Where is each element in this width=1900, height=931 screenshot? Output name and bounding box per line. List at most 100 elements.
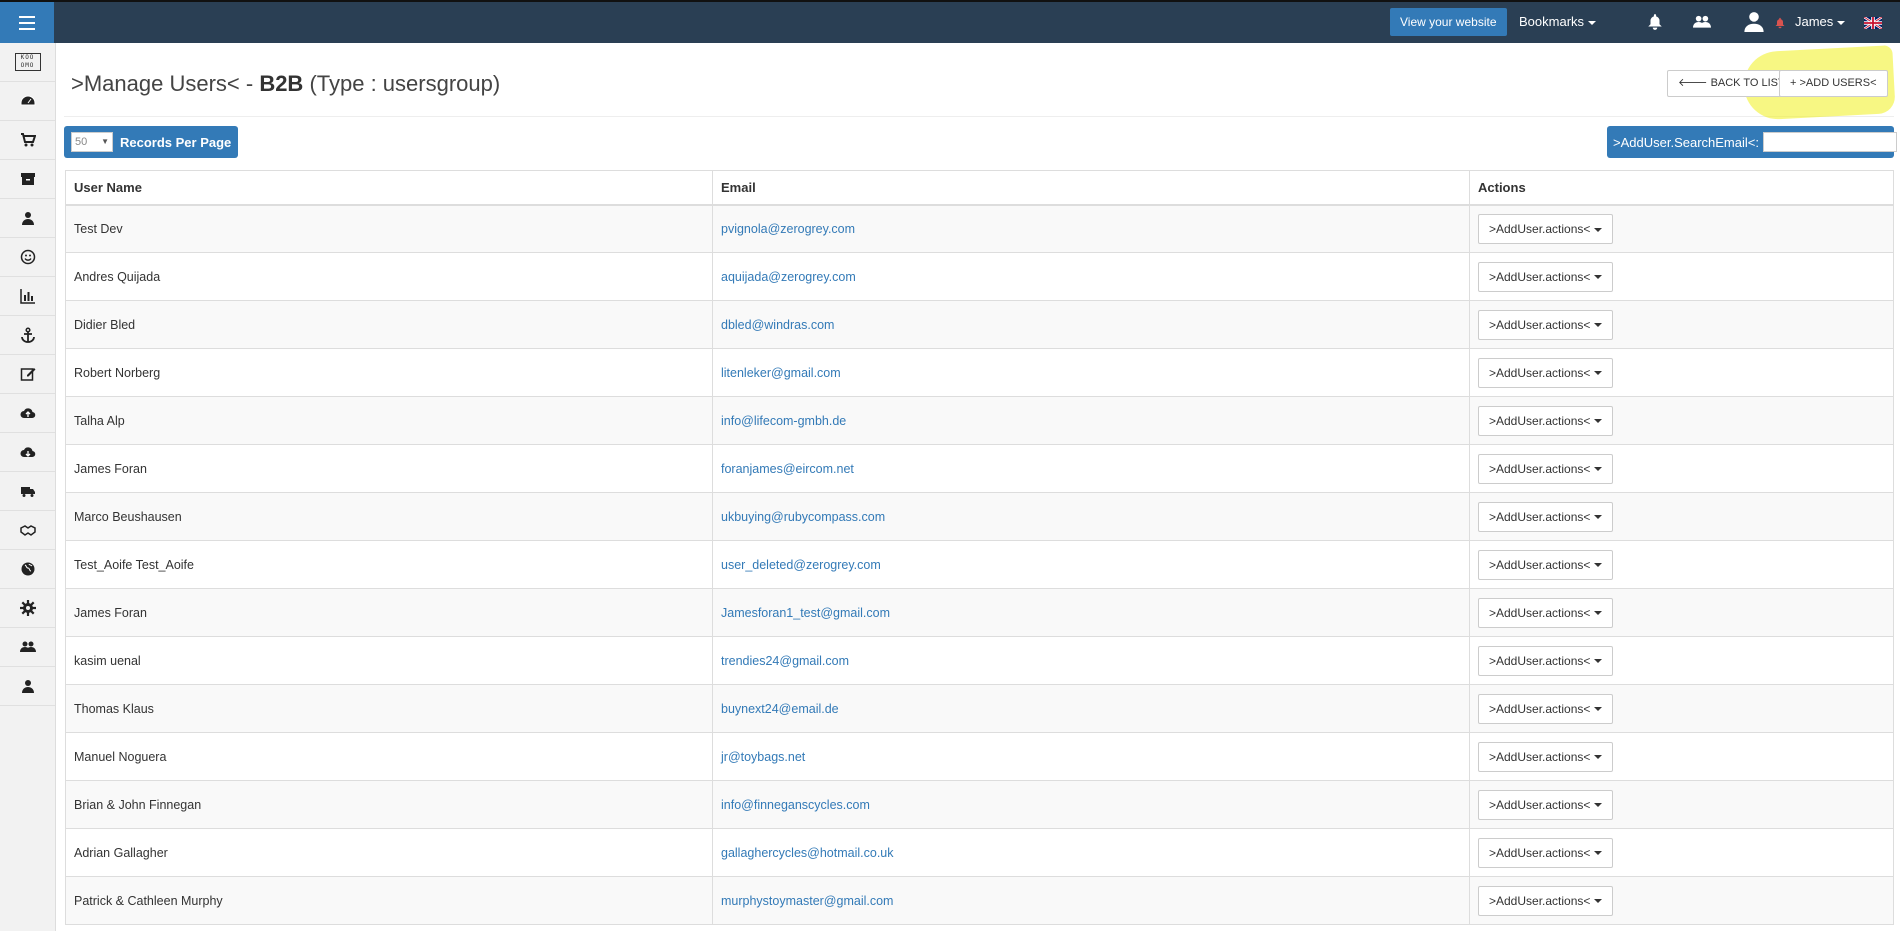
actions-dropdown-button[interactable]: >AddUser.actions< (1478, 885, 1614, 916)
table-header-row: User Name Email Actions (65, 170, 1894, 206)
actions-label: >AddUser.actions< (1489, 509, 1591, 524)
user-name-cell: Didier Bled (65, 300, 713, 349)
sidebar-item-anchor[interactable] (0, 316, 55, 355)
user-name-cell: Adrian Gallagher (65, 828, 713, 877)
brand-logo: KOO OMO (14, 53, 41, 71)
uk-flag-icon[interactable] (1864, 17, 1882, 29)
actions-dropdown-button[interactable]: >AddUser.actions< (1478, 357, 1614, 388)
actions-dropdown-button[interactable]: >AddUser.actions< (1478, 213, 1614, 244)
actions-dropdown-button[interactable]: >AddUser.actions< (1478, 261, 1614, 292)
email-cell: gallaghercycles@hotmail.co.uk (712, 828, 1470, 877)
user-name-cell: Test Dev (65, 204, 713, 253)
email-cell: aquijada@zerogrey.com (712, 252, 1470, 301)
bookmarks-dropdown[interactable]: Bookmarks (1519, 14, 1597, 29)
sidebar-logo[interactable]: KOO OMO (0, 43, 55, 82)
archive-icon (20, 173, 35, 185)
user-name-cell: Andres Quijada (65, 252, 713, 301)
actions-dropdown-button[interactable]: >AddUser.actions< (1478, 597, 1614, 628)
anchor-icon (20, 327, 35, 343)
column-header-username[interactable]: User Name (65, 170, 713, 206)
menu-toggle-button[interactable] (0, 2, 54, 43)
actions-dropdown-button[interactable]: >AddUser.actions< (1478, 405, 1614, 436)
table-row: Test_Aoife Test_Aoife user_deleted@zerogr… (65, 540, 1894, 589)
bell-alert-icon[interactable] (1774, 16, 1786, 30)
actions-label: >AddUser.actions< (1489, 221, 1591, 236)
caret-down-icon (1594, 803, 1603, 808)
sidebar-item-cart[interactable] (0, 121, 55, 160)
actions-cell: >AddUser.actions< (1469, 300, 1894, 349)
actions-cell: >AddUser.actions< (1469, 684, 1894, 733)
truck-icon (20, 487, 35, 497)
user-name-cell: kasim uenal (65, 636, 713, 685)
title-group-name: B2B (259, 71, 304, 96)
sidebar-item-shipping[interactable] (0, 472, 55, 511)
records-per-page: 50 Records Per Page (64, 126, 239, 158)
sidebar-item-account[interactable] (0, 667, 55, 706)
sidebar-item-globe[interactable] (0, 550, 55, 589)
actions-label: >AddUser.actions< (1489, 317, 1591, 332)
sidebar-item-settings[interactable] (0, 589, 55, 628)
actions-cell: >AddUser.actions< (1469, 252, 1894, 301)
sidebar-item-upload[interactable] (0, 394, 55, 433)
table-row: James Foran Jamesforan1_test@gmail.com >Ad… (65, 588, 1894, 637)
actions-dropdown-button[interactable]: >AddUser.actions< (1478, 837, 1614, 868)
sidebar-item-chart[interactable] (0, 277, 55, 316)
actions-label: >AddUser.actions< (1489, 605, 1591, 620)
page-title: >Manage Users< - B2B (Type : usersgroup) (71, 71, 500, 97)
actions-dropdown-button[interactable]: >AddUser.actions< (1478, 741, 1614, 772)
sidebar-item-download[interactable] (0, 433, 55, 472)
cart-icon (20, 133, 36, 147)
actions-dropdown-button[interactable]: >AddUser.actions< (1478, 693, 1614, 724)
user-menu[interactable]: James (1795, 14, 1846, 29)
email-cell: Jamesforan1_test@gmail.com (712, 588, 1470, 637)
table-row: Patrick & Cathleen Murphy murphystoymaste… (65, 876, 1894, 925)
back-button-label: BACK TO LIST (1710, 77, 1785, 89)
title-suffix: (Type : usersgroup) (303, 71, 501, 96)
column-header-actions: Actions (1469, 170, 1894, 206)
table-row: Marco Beushausen ukbuying@rubycompass.com… (65, 492, 1894, 541)
actions-cell: >AddUser.actions< (1469, 636, 1894, 685)
divider (64, 116, 1894, 117)
search-email-input[interactable] (1762, 132, 1897, 152)
caret-down-icon (1594, 371, 1603, 376)
sidebar-item-partners[interactable] (0, 511, 55, 550)
email-cell: foranjames@eircom.net (712, 444, 1470, 493)
actions-label: >AddUser.actions< (1489, 653, 1591, 668)
table-row: Thomas Klaus buynext24@email.de >AddUser.a… (65, 684, 1894, 733)
actions-dropdown-button[interactable]: >AddUser.actions< (1478, 501, 1614, 532)
avatar-icon[interactable] (1743, 10, 1765, 32)
hamburger-icon (19, 15, 35, 30)
column-header-email[interactable]: Email (712, 170, 1470, 206)
actions-dropdown-button[interactable]: >AddUser.actions< (1478, 309, 1614, 340)
records-per-page-select[interactable]: 50 (71, 132, 113, 152)
sidebar-item-dashboard[interactable] (0, 82, 55, 121)
title-prefix: >Manage Users< - (71, 71, 260, 96)
user-name-cell: James Foran (65, 444, 713, 493)
sidebar-item-smile[interactable] (0, 238, 55, 277)
caret-down-icon (1594, 323, 1603, 328)
actions-label: >AddUser.actions< (1489, 701, 1591, 716)
add-users-button[interactable]: + >ADD USERS< (1779, 70, 1888, 97)
back-to-list-button[interactable]: 🡐 BACK TO LIST (1667, 70, 1796, 97)
actions-dropdown-button[interactable]: >AddUser.actions< (1478, 549, 1614, 580)
arrow-left-icon: 🡐 (1678, 77, 1711, 89)
bell-icon[interactable] (1646, 13, 1664, 31)
sidebar-item-edit[interactable] (0, 355, 55, 394)
user-icon (21, 212, 34, 225)
caret-down-icon (1594, 707, 1603, 712)
smile-icon (20, 249, 35, 265)
actions-dropdown-button[interactable]: >AddUser.actions< (1478, 645, 1614, 676)
actions-label: >AddUser.actions< (1489, 845, 1591, 860)
actions-label: >AddUser.actions< (1489, 893, 1591, 908)
sidebar-item-archive[interactable] (0, 160, 55, 199)
sidebar-item-user[interactable] (0, 199, 55, 238)
email-cell: info@lifecom-gmbh.de (712, 396, 1470, 445)
actions-dropdown-button[interactable]: >AddUser.actions< (1478, 789, 1614, 820)
caret-down-icon (1588, 20, 1597, 25)
sidebar-item-groups[interactable] (0, 628, 55, 667)
caret-down-icon (1594, 611, 1603, 616)
users-icon[interactable] (1693, 13, 1711, 31)
actions-dropdown-button[interactable]: >AddUser.actions< (1478, 453, 1614, 484)
view-website-button[interactable]: View your website (1390, 8, 1507, 36)
table-row: Andres Quijada aquijada@zerogrey.com >AddU… (65, 252, 1894, 301)
